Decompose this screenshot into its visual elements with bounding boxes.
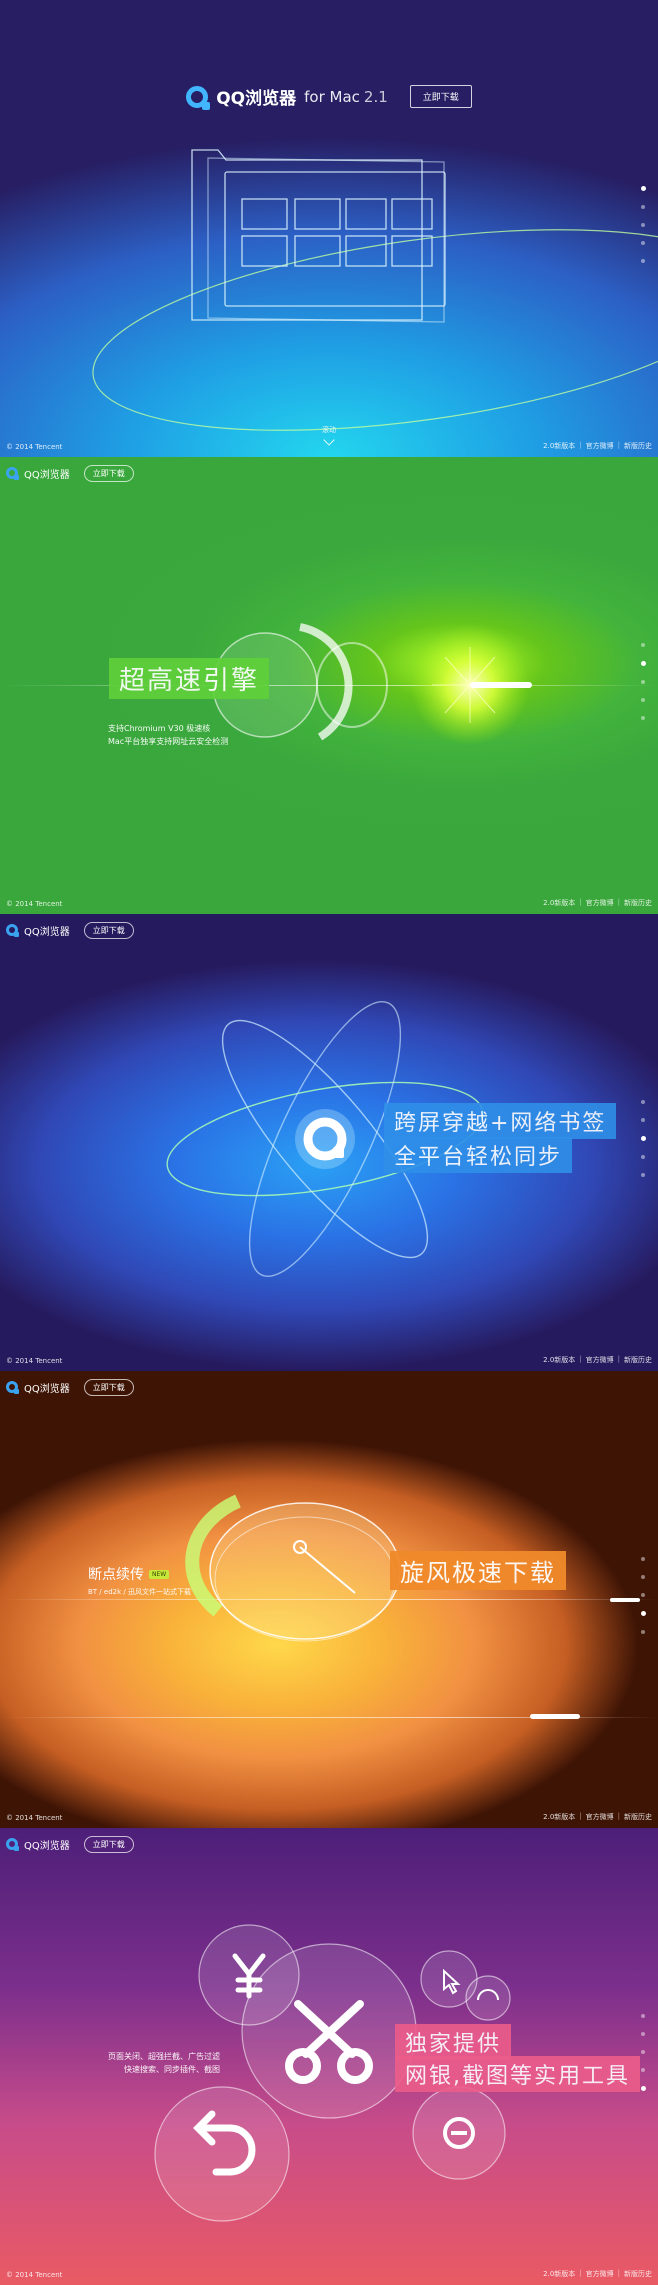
- footer-link-new[interactable]: 2.0新版本: [543, 1812, 575, 1822]
- nav-dot-3[interactable]: [641, 2050, 645, 2054]
- footer-link-weibo[interactable]: 官方微博: [586, 898, 614, 908]
- download-side-desc: BT / ed2k / 迅风文件一站式下载: [88, 1588, 191, 1596]
- hero-section: QQ浏览器 for Mac 2.1 立即下载 滚动 © 2014 Tencent…: [0, 0, 658, 457]
- scroll-hint-label: 滚动: [322, 426, 336, 434]
- nav-dot-2[interactable]: [641, 661, 646, 666]
- page-nav-dots: [641, 2014, 646, 2091]
- copyright: © 2014 Tencent: [6, 1357, 63, 1365]
- engine-title: 超高速引擎: [109, 658, 270, 699]
- footer-link-history[interactable]: 新版历史: [624, 441, 652, 451]
- download-side-block: 断点续传 NEW BT / ed2k / 迅风文件一站式下载: [88, 1564, 191, 1599]
- nav-dot-4[interactable]: [641, 698, 645, 702]
- footer-link-new[interactable]: 2.0新版本: [543, 2269, 575, 2279]
- sync-title-line2: 全平台轻松同步: [384, 1137, 573, 1173]
- nav-dot-5[interactable]: [641, 2086, 646, 2091]
- footer-link-new[interactable]: 2.0新版本: [543, 898, 575, 908]
- download-title: 旋风极速下载: [390, 1551, 566, 1590]
- nav-dot-3[interactable]: [641, 223, 645, 227]
- nav-dot-1[interactable]: [641, 643, 645, 647]
- download-side-title: 断点续传: [88, 1567, 144, 1583]
- nav-dot-2[interactable]: [641, 1118, 645, 1122]
- nav-dot-1[interactable]: [641, 2014, 645, 2018]
- footer-links: 2.0新版本 | 官方微博 | 新版历史: [543, 2269, 652, 2279]
- nav-dot-4[interactable]: [641, 2068, 645, 2072]
- tools-description: 页面关闭、超强拦截、广告过滤 快速搜索、同步插件、截图: [108, 2050, 220, 2076]
- nav-dot-4[interactable]: [641, 241, 645, 245]
- chevron-down-icon: [323, 434, 335, 446]
- download-section: QQ浏览器 立即下载 旋风极速下载 断点续传 NEW BT / ed2k / 迅…: [0, 1371, 658, 1828]
- footer-link-history[interactable]: 新版历史: [624, 1355, 652, 1365]
- nav-dot-5[interactable]: [641, 1173, 645, 1177]
- copyright: © 2014 Tencent: [6, 443, 63, 451]
- nav-dot-5[interactable]: [641, 259, 645, 263]
- nav-dot-1[interactable]: [641, 1100, 645, 1104]
- page-nav-dots: [641, 186, 646, 263]
- copyright: © 2014 Tencent: [6, 2271, 63, 2279]
- tools-desc-line2: 快速搜索、同步插件、截图: [124, 2065, 220, 2074]
- footer-link-weibo[interactable]: 官方微博: [586, 1812, 614, 1822]
- page-nav-dots: [641, 643, 646, 720]
- copyright: © 2014 Tencent: [6, 900, 63, 908]
- nav-dot-5[interactable]: [641, 1630, 645, 1634]
- footer-link-new[interactable]: 2.0新版本: [543, 1355, 575, 1365]
- tools-title-line1: 独家提供: [395, 2024, 512, 2060]
- footer-link-weibo[interactable]: 官方微博: [586, 1355, 614, 1365]
- nav-dot-3[interactable]: [641, 1136, 646, 1141]
- footer-link-history[interactable]: 新版历史: [624, 898, 652, 908]
- footer-link-new[interactable]: 2.0新版本: [543, 441, 575, 451]
- sync-section: QQ浏览器 立即下载 跨屏穿越+网络书签 全平台轻松同步 © 2014 Tenc…: [0, 914, 658, 1371]
- nav-dot-4[interactable]: [641, 1155, 645, 1159]
- nav-dot-2[interactable]: [641, 205, 645, 209]
- page-nav-dots: [641, 1100, 646, 1177]
- footer-links: 2.0新版本 | 官方微博 | 新版历史: [543, 1355, 652, 1365]
- tools-title-line2: 网银,截图等实用工具: [395, 2056, 640, 2092]
- sync-title-line1: 跨屏穿越+网络书签: [384, 1103, 617, 1139]
- engine-section: QQ浏览器 立即下载 超高速引擎 支持Chromium V30 极速核 Mac平…: [0, 457, 658, 914]
- nav-dot-2[interactable]: [641, 1575, 645, 1579]
- page-nav-dots: [641, 1557, 646, 1634]
- engine-desc-line2: Mac平台独享支持网址云安全检测: [108, 737, 229, 746]
- tools-section: QQ浏览器 立即下载 独家提供 网银,截图等实用工具 页面关闭、超强拦截、广告过…: [0, 1828, 658, 2285]
- footer-link-history[interactable]: 新版历史: [624, 2269, 652, 2279]
- footer-link-history[interactable]: 新版历史: [624, 1812, 652, 1822]
- footer-links: 2.0新版本 | 官方微博 | 新版历史: [543, 1812, 652, 1822]
- engine-description: 支持Chromium V30 极速核 Mac平台独享支持网址云安全检测: [108, 722, 228, 748]
- nav-dot-1[interactable]: [641, 186, 646, 191]
- nav-dot-5[interactable]: [641, 716, 645, 720]
- nav-dot-2[interactable]: [641, 2032, 645, 2036]
- footer-links: 2.0新版本 | 官方微博 | 新版历史: [543, 898, 652, 908]
- nav-dot-3[interactable]: [641, 1593, 645, 1597]
- nav-dot-4[interactable]: [641, 1611, 646, 1616]
- engine-illustration: [212, 623, 532, 745]
- browser-window-illustration: [92, 149, 658, 431]
- tools-desc-line1: 页面关闭、超强拦截、广告过滤: [108, 2052, 220, 2061]
- speedometer-illustration: [185, 1494, 640, 1719]
- nav-dot-3[interactable]: [641, 680, 645, 684]
- new-badge: NEW: [149, 1569, 170, 1579]
- footer-links: 2.0新版本 | 官方微博 | 新版历史: [543, 441, 652, 451]
- engine-desc-line1: 支持Chromium V30 极速核: [108, 724, 211, 733]
- footer-link-weibo[interactable]: 官方微博: [586, 441, 614, 451]
- nav-dot-1[interactable]: [641, 1557, 645, 1561]
- copyright: © 2014 Tencent: [6, 1814, 63, 1822]
- footer-link-weibo[interactable]: 官方微博: [586, 2269, 614, 2279]
